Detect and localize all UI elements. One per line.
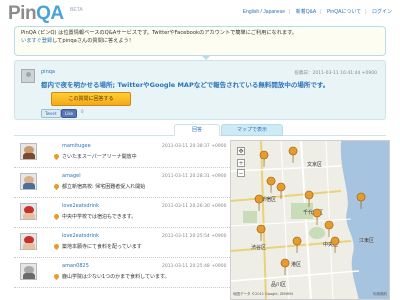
answer-text-content: さいたまスーパーアリーナ開放中 (62, 154, 137, 160)
banner-line-2: いますぐ登録してpinqaさんの質問に答えよう！ (21, 38, 379, 46)
answer-text-content: 築地本願寺にて食料を配っています (62, 244, 142, 250)
like-count: 0 (81, 109, 84, 114)
view-tabs: 回答 マップで表示 (14, 122, 386, 136)
banner-line-2-rest: してpinqaさんの質問に答えよう！ (52, 37, 134, 44)
map-pin-icon (304, 190, 314, 208)
map-pin-icon (356, 192, 366, 210)
list-item: mamitugee 2011-03-11 20:38:37 +0900 さいたま… (14, 140, 230, 168)
nav-about[interactable]: PinQAについて (327, 9, 361, 15)
avatar[interactable] (20, 263, 37, 280)
map-pin-icon (276, 182, 286, 200)
map-pin-icon (52, 242, 61, 251)
map-pin-icon (256, 224, 266, 242)
map-copyright: 地図データ ©2011 Google, ZENRIN (233, 292, 294, 296)
logo-beta: BETA (70, 7, 83, 13)
answer-text-content: 中央中学校では宿泊もできます。 (62, 214, 137, 220)
list-item: aman0825 2011-03-11 20:25:48 +0900 鹿山学院は… (14, 260, 230, 288)
answer-date: 2011-03-11 20:26:30 +0900 (162, 204, 227, 209)
map-pin-icon (259, 150, 269, 168)
nav-new-qa[interactable]: 新着Q&A (296, 9, 317, 15)
map-pin-icon (266, 176, 276, 194)
answer-text-content: 都立新宿高校: 帰宅困難者受入れ開始 (62, 184, 146, 190)
map-pin-icon (330, 236, 340, 254)
answer-text: 都立新宿高校: 帰宅困難者受入れ開始 (52, 182, 146, 191)
avatar[interactable] (20, 233, 37, 250)
answer-question-button[interactable]: この質問に回答する (51, 92, 131, 106)
answer-date: 2011-03-11 20:25:54 +0900 (162, 234, 227, 239)
map-pin-icon (52, 182, 61, 191)
list-item: love2eatsdrink 2011-03-11 20:26:30 +0900… (14, 200, 230, 228)
map-terms-link[interactable]: 利用規約 (373, 292, 387, 297)
map-pin-icon (312, 208, 322, 226)
answer-date: 2011-03-11 20:28:31 +0900 (162, 174, 227, 179)
nav-login[interactable]: ログイン (372, 9, 392, 15)
question-avatar[interactable] (21, 69, 35, 83)
map-pin-icon (52, 212, 61, 221)
answer-text: 鹿山学院は少ない1つのかまで食料しています。 (52, 272, 170, 281)
avatar[interactable] (20, 143, 37, 160)
map-pin-icon (288, 146, 298, 164)
answer-user[interactable]: love2eatsdrink (62, 203, 99, 209)
header: PinQA BETA English / Japanese | 新着Q&A | Pi… (0, 0, 400, 26)
like-button[interactable]: Like (61, 109, 77, 118)
avatar[interactable] (20, 173, 37, 190)
map-pin-icon (52, 152, 61, 161)
register-link[interactable]: いますぐ登録 (21, 38, 52, 44)
map-pins (254, 146, 366, 276)
question-text: 都内で夜を明かせる場所; TwitterやGoogle MAPなどで報告されてい… (41, 81, 330, 89)
map-pin-icon (52, 272, 61, 281)
answer-date: 2011-03-11 20:38:37 +0900 (162, 144, 227, 149)
avatar[interactable] (20, 203, 37, 220)
answer-user[interactable]: love2eatsdrink (62, 233, 99, 239)
logo-text: PinQA (8, 3, 64, 24)
list-item: love2eatsdrink 2011-03-11 20:25:54 +0900… (14, 230, 230, 258)
answer-user[interactable]: amagel (62, 173, 81, 179)
answer-text: 築地本願寺にて食料を配っています (52, 242, 142, 251)
answer-text-content: 鹿山学院は少ない1つのかまで食料しています。 (62, 274, 170, 280)
question-user[interactable]: pinqa (41, 69, 55, 75)
question-date: 投稿日：2011-03-11 16:41:44 +0900 (294, 71, 377, 76)
map-pin-icon (254, 194, 264, 212)
answer-text: 中央中学校では宿泊もできます。 (52, 212, 137, 221)
nav-language[interactable]: English / Japanese (243, 9, 285, 15)
answer-user[interactable]: aman0825 (62, 263, 89, 269)
tab-answers[interactable]: 回答 (174, 124, 220, 136)
tab-map-view[interactable]: マップで表示 (221, 124, 283, 136)
answer-list: mamitugee 2011-03-11 20:38:37 +0900 さいたま… (14, 140, 230, 300)
answer-user[interactable]: mamitugee (62, 143, 91, 149)
list-item: amagel 2011-03-11 20:28:31 +0900 都立新宿高校:… (14, 170, 230, 198)
question-panel: pinqa 投稿日：2011-03-11 16:41:44 +0900 都内で夜… (14, 60, 386, 120)
info-banner: PinQA (ピンQ) は位置情報ベースのQ&Aサービスです。TwitterやF… (14, 26, 386, 60)
answer-map[interactable]: ✥ + − 文京区 新宿区 千代田区 渋谷区 中央区 港区 品川区 江東区 地図… (230, 140, 390, 300)
banner-line-1: PinQA (ピンQ) は位置情報ベースのQ&Aサービスです。TwitterやF… (21, 30, 297, 36)
map-pin-icon (292, 236, 302, 254)
tweet-button[interactable]: Tweet (41, 109, 61, 118)
map-pin-icon (280, 258, 290, 276)
pinqa-logo[interactable]: PinQA BETA (8, 3, 83, 25)
answer-date: 2011-03-11 20:25:48 +0900 (162, 264, 227, 269)
top-nav: English / Japanese | 新着Q&A | PinQAについて | ログ… (242, 9, 392, 15)
map-pin-icon (324, 220, 334, 238)
answer-text: さいたまスーパーアリーナ開放中 (52, 152, 137, 161)
